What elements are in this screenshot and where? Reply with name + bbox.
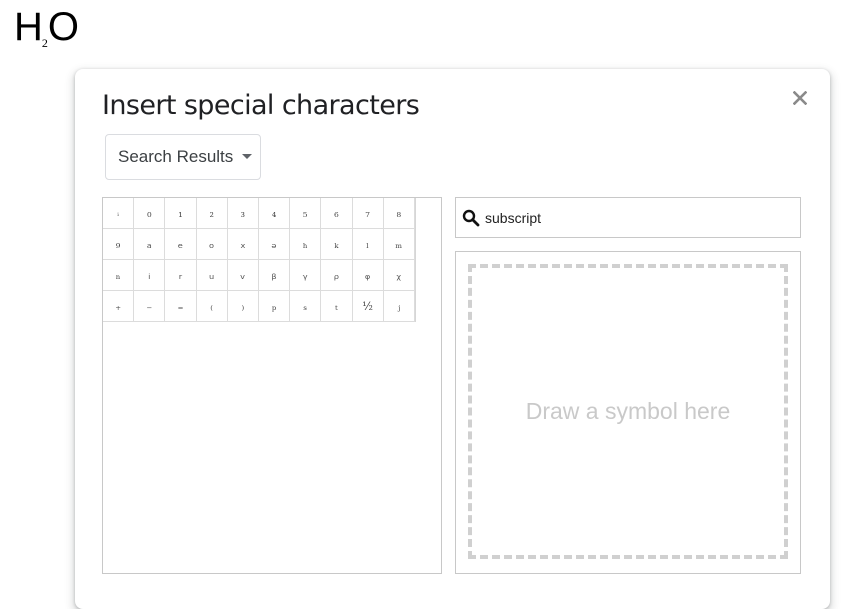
search-icon [462,209,480,226]
draw-symbol-canvas[interactable]: Draw a symbol here [468,264,788,559]
character-cell[interactable]: ᵥ [227,260,259,291]
search-input[interactable] [485,209,785,226]
character-cell[interactable]: ᵢ [103,198,135,229]
character-cell[interactable]: ᵢ [134,260,166,291]
character-cell[interactable]: ₉ [103,229,135,260]
character-cell[interactable]: ⱼ [383,291,415,322]
character-cell[interactable]: ₖ [321,229,353,260]
category-dropdown-label: Search Results [118,147,234,166]
character-cell[interactable]: ₄ [258,198,291,229]
close-button[interactable] [789,87,811,109]
character-results-panel: ᵢ ₀ ₁ ₂ ₃ ₄ ₅ ₆ ₇ ₈ ₉ ₐ ₑ ₒ ₓ ₔ ₕ ₖ ₗ ₘ ₙ ᵢ ᵣ ᵤ ᵥ ᵦ ᵧ ᵨ ᵩ ᵪ ₊ ₋ ₌ ₍ ₎ ₚ ₛ ₜ ⅟₂… [102,197,442,574]
character-cell[interactable]: ᵨ [321,260,353,291]
character-cell[interactable]: ᵩ [352,260,384,291]
character-cell[interactable]: ₇ [352,198,384,229]
draw-panel: Draw a symbol here [455,251,801,574]
dialog-title: Insert special characters [102,90,420,121]
character-cell[interactable]: ₆ [321,198,353,229]
character-cell[interactable]: ₙ [103,260,135,291]
character-cell[interactable]: ᵧ [290,260,322,291]
character-cell[interactable]: ₒ [196,229,228,260]
character-cell[interactable]: ₁ [165,198,197,229]
character-cell[interactable]: ᵪ [383,260,415,291]
character-cell[interactable]: ₐ [134,229,166,260]
character-cell[interactable]: ₔ [258,229,291,260]
character-cell[interactable]: ᵤ [196,260,228,291]
character-cell[interactable]: ₗ [352,229,384,260]
category-dropdown[interactable]: Search Results [105,134,261,180]
character-cell[interactable]: ₀ [134,198,166,229]
document-text[interactable]: H2O [14,4,79,66]
character-cell[interactable]: ₊ [103,291,135,322]
character-cell[interactable]: ₑ [165,229,197,260]
character-cell[interactable]: ₛ [290,291,322,322]
document-text-o: O [47,5,79,49]
character-cell[interactable]: ₃ [227,198,259,229]
character-cell[interactable]: ₂ [196,198,228,229]
character-cell[interactable]: ᵣ [165,260,197,291]
character-cell[interactable]: ₍ [196,291,228,322]
insert-special-characters-dialog: Insert special characters Search Results… [75,69,830,609]
character-cell[interactable]: ₚ [258,291,291,322]
character-cell[interactable]: ₅ [290,198,322,229]
character-cell[interactable]: ₎ [227,291,259,322]
character-grid: ᵢ ₀ ₁ ₂ ₃ ₄ ₅ ₆ ₇ ₈ ₉ ₐ ₑ ₒ ₓ ₔ ₕ ₖ ₗ ₘ ₙ ᵢ ᵣ ᵤ ᵥ ᵦ ᵧ ᵨ ᵩ ᵪ ₊ ₋ ₌ ₍ ₎ ₚ ₛ ₜ ⅟₂… [103,198,416,322]
document-text-h: H [14,5,43,49]
character-cell[interactable]: ₜ [321,291,353,322]
caret-down-icon [242,153,253,159]
character-cell[interactable]: ᵦ [258,260,291,291]
character-cell[interactable]: ₋ [134,291,166,322]
search-box[interactable] [455,197,801,238]
draw-hint: Draw a symbol here [525,398,731,424]
close-icon [793,91,807,105]
character-cell[interactable]: ₓ [227,229,259,260]
character-cell[interactable]: ₈ [383,198,415,229]
character-cell[interactable]: ₌ [165,291,197,322]
character-cell[interactable]: ₕ [290,229,322,260]
character-cell[interactable]: ⅟₂ [352,291,384,322]
character-cell[interactable]: ₘ [383,229,415,260]
